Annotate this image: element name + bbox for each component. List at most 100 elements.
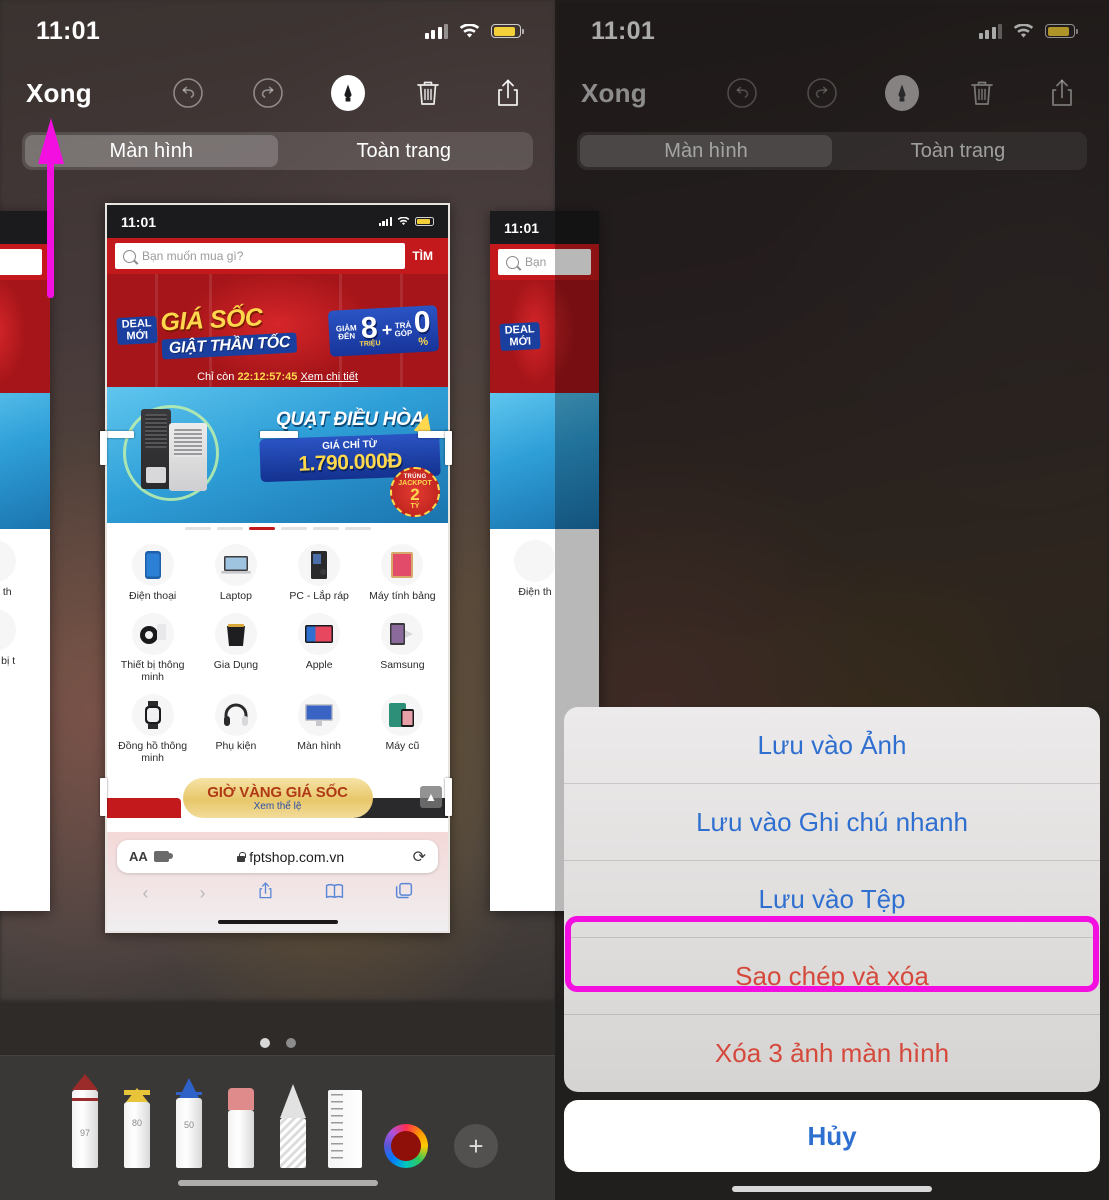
chevron-right-icon[interactable]: ›	[200, 883, 206, 904]
ruler-tool[interactable]	[328, 1076, 366, 1168]
gold-banner-subtitle[interactable]: Xem thể lệ	[254, 801, 302, 812]
crop-handle-right[interactable]	[445, 778, 452, 816]
sheet-item-save-to-photos[interactable]: Lưu vào Ảnh	[564, 707, 1100, 784]
color-picker[interactable]	[384, 1124, 428, 1168]
text-size-button[interactable]: AA	[129, 849, 148, 864]
crop-handle-top-left[interactable]	[100, 431, 107, 465]
category-item[interactable]: Phụ kiện	[194, 691, 277, 768]
category-item[interactable]: Đồng hồ thông minh	[111, 691, 194, 768]
pen-opacity-label: 97	[79, 1128, 90, 1138]
book-icon[interactable]	[325, 883, 344, 904]
laptop-icon	[214, 544, 257, 586]
tablet-icon	[381, 544, 424, 586]
crop-handle-left[interactable]	[100, 778, 107, 816]
category-item[interactable]: Thiết bị thông minh	[111, 610, 194, 687]
safari-tab-bar: ‹ ›	[117, 873, 438, 913]
category-item[interactable]: Màn hình	[278, 691, 361, 768]
scroll-to-top-icon[interactable]: ▲	[420, 785, 442, 808]
countdown-detail-link[interactable]: Xem chi tiết	[300, 371, 357, 383]
category-item[interactable]: PC - Lắp ráp	[278, 541, 361, 606]
trash-icon[interactable]	[411, 76, 445, 110]
done-button[interactable]: Xong	[26, 78, 92, 109]
apple-icon	[298, 612, 341, 655]
discount-value: 8	[360, 310, 379, 345]
undo-icon[interactable]	[171, 76, 205, 110]
tabs-icon[interactable]	[395, 882, 413, 905]
air-cooler-product-1	[141, 409, 171, 489]
right-panel-share-sheet: 11:01 Xong Màn hình Toàn trang Lưu vào Ả…	[555, 0, 1109, 1200]
status-bar: 11:01	[0, 0, 555, 62]
promo-banner-deal[interactable]: DEAL MỚI GIÁ SỐC GIẬT THẦN TỐC GIẢM ĐẾN	[107, 274, 448, 387]
share-icon[interactable]	[257, 881, 274, 905]
sheet-cancel-button[interactable]: Hủy	[564, 1100, 1100, 1172]
samsung-icon	[381, 612, 424, 655]
annotation-highlight-copy-and-delete	[565, 916, 1099, 992]
screenshot-carousel[interactable]: 11:01 Bạn DEALMỚI Điện th Thiết bị t 11:…	[0, 203, 555, 1165]
preview-battery-icon	[415, 217, 434, 226]
screenshot-preview-main[interactable]: 11:01 Bạn muốn mua gì? TÌM DEAL MỚI GIÁ …	[105, 203, 450, 933]
headphone-icon	[214, 693, 257, 736]
extensions-icon[interactable]	[153, 851, 173, 862]
preview-cellular-icon	[378, 217, 392, 226]
add-tool-button[interactable]: +	[454, 1124, 498, 1168]
crop-handle-top[interactable]	[260, 431, 298, 438]
sheet-item-save-to-quick-note[interactable]: Lưu vào Ghi chú nhanh	[564, 784, 1100, 861]
preview-home-indicator	[117, 913, 438, 931]
preview-status-bar: 11:01	[107, 205, 448, 238]
eraser-tool[interactable]	[224, 1078, 258, 1168]
markup-page-dots[interactable]	[0, 1038, 555, 1048]
screenshot-thumbnail-previous[interactable]: 11:01 Bạn DEALMỚI Điện th Thiết bị t	[0, 211, 50, 911]
pencil-tool[interactable]: 50	[172, 1072, 206, 1168]
segment-full-page[interactable]: Toàn trang	[278, 135, 531, 167]
deal-subhead: GIẬT THẦN TỐC	[161, 332, 298, 360]
deal-tag: DEAL MỚI	[116, 315, 158, 346]
category-item[interactable]: Laptop	[194, 541, 277, 606]
home-indicator	[0, 1180, 555, 1186]
markup-tool-palette: 97 80 50 +	[0, 1055, 555, 1200]
search-icon	[123, 249, 136, 263]
view-mode-segmented-control[interactable]: Màn hình Toàn trang	[22, 132, 533, 170]
share-icon[interactable]	[491, 76, 525, 110]
page-dot[interactable]	[285, 1038, 296, 1048]
site-search-button[interactable]: TÌM	[405, 249, 440, 263]
monitor-icon	[298, 693, 341, 736]
deal-value-slab: GIẢM ĐẾN 8 TRIỆU + TRẢ GÓP 0 %	[328, 304, 440, 357]
chevron-left-icon[interactable]: ‹	[143, 883, 149, 904]
screenshot-thumbnail-next[interactable]: 11:01 Bạn DEAL MỚI Điện th	[490, 211, 555, 911]
pen-tool[interactable]: 97	[68, 1074, 102, 1168]
air-cooler-product-2	[169, 423, 207, 491]
installment-value: 0	[413, 305, 432, 340]
safari-url-text[interactable]: fptshop.com.vn	[169, 849, 413, 865]
appliance-icon	[214, 612, 257, 655]
pencil-opacity-label: 50	[183, 1120, 194, 1130]
wifi-icon	[459, 23, 480, 39]
category-item[interactable]: Máy cũ	[361, 691, 444, 768]
crop-handle-top-right[interactable]	[445, 431, 452, 465]
highlighter-opacity-label: 80	[131, 1118, 142, 1128]
sheet-item-delete-screenshots[interactable]: Xóa 3 ảnh màn hình	[564, 1015, 1100, 1092]
safari-url-bar[interactable]: AA fptshop.com.vn ⟳	[117, 840, 438, 873]
category-item[interactable]: Apple	[278, 610, 361, 687]
countdown-timer: 22:12:57:45	[237, 371, 298, 383]
desktop-tower-icon	[298, 544, 341, 586]
markup-pen-icon[interactable]	[331, 75, 365, 111]
banner-pagination[interactable]	[107, 523, 448, 533]
gold-hour-banner[interactable]: GIỜ VÀNG GIÁ SỐC Xem thể lệ ▲	[107, 773, 448, 820]
gold-banner-title: GIỜ VÀNG GIÁ SỐC	[207, 783, 348, 801]
category-item[interactable]: Samsung	[361, 610, 444, 687]
reload-icon[interactable]: ⟳	[413, 847, 426, 867]
category-item[interactable]: Gia Dụng	[194, 610, 277, 687]
highlighter-tool[interactable]: 80	[120, 1072, 154, 1168]
redo-icon[interactable]	[251, 76, 285, 110]
deal-countdown: Chỉ còn 22:12:57:45 Xem chi tiết	[197, 371, 358, 383]
site-search-input[interactable]: Bạn muốn mua gì?	[115, 243, 406, 269]
home-indicator	[555, 1186, 1109, 1192]
status-bar-time: 11:01	[36, 16, 101, 45]
site-search-bar[interactable]: Bạn muốn mua gì? TÌM	[107, 238, 448, 274]
category-item[interactable]: Máy tính bảng	[361, 541, 444, 606]
promo-banner-cooler[interactable]: QUẠT ĐIỀU HÒA GIÁ CHỈ TỪ 1.790.000Đ TRÚN…	[107, 387, 448, 523]
lasso-tool[interactable]	[276, 1078, 310, 1168]
category-item[interactable]: Điện thoại	[111, 541, 194, 606]
page-dot-active[interactable]	[259, 1038, 270, 1048]
cooler-title: QUẠT ĐIỀU HÒA	[275, 409, 425, 430]
